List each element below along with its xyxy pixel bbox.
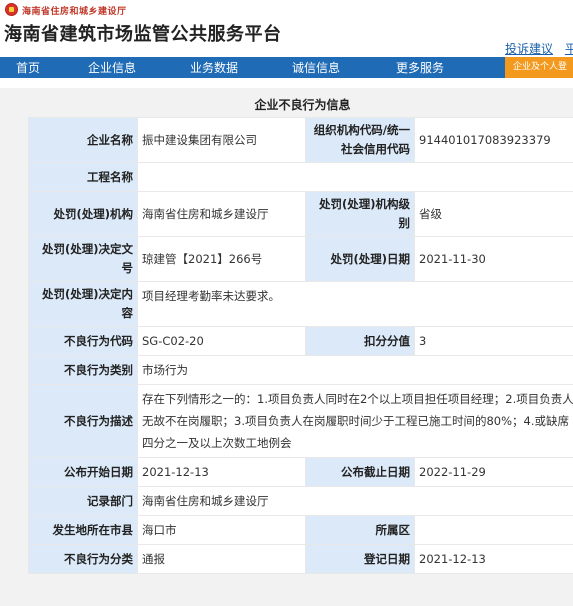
decision-content-label: 处罚(处理)决定内容 bbox=[28, 281, 138, 327]
complaint-link[interactable]: 投诉建议 bbox=[505, 42, 553, 56]
register-date-value: 2021-12-13 bbox=[414, 544, 573, 574]
table-row: 不良行为分类 通报 登记日期 2021-12-13 bbox=[28, 544, 573, 574]
decision-no-label: 处罚(处理)决定文号 bbox=[28, 236, 138, 282]
department-name: 海南省住房和城乡建设厅 bbox=[22, 7, 127, 17]
table-row: 工程名称 bbox=[28, 162, 573, 192]
description-value: 存在下列情形之一的：1.项目负责人同时在2个以上项目担任项目经理；2.项目负责人… bbox=[137, 384, 573, 458]
decision-date-label: 处罚(处理)日期 bbox=[305, 236, 415, 282]
table-row: 不良行为描述 存在下列情形之一的：1.项目负责人同时在2个以上项目担任项目经理；… bbox=[28, 384, 573, 458]
score-label: 扣分分值 bbox=[305, 326, 415, 356]
national-emblem-icon bbox=[5, 3, 18, 16]
top-bar: 海南省住房和城乡建设厅 bbox=[0, 0, 573, 22]
header-links: 投诉建议 平 bbox=[505, 40, 573, 57]
table-row: 记录部门 海南省住房和城乡建设厅 bbox=[28, 486, 573, 516]
table-row: 不良行为类别 市场行为 bbox=[28, 355, 573, 385]
recorder-value: 海南省住房和城乡建设厅 bbox=[137, 486, 573, 516]
city-label: 发生地所在市县 bbox=[28, 515, 138, 545]
authority-level-value: 省级 bbox=[414, 191, 573, 237]
nav-home[interactable]: 首页 bbox=[16, 59, 40, 76]
district-label: 所属区 bbox=[305, 515, 415, 545]
project-value bbox=[137, 162, 573, 192]
description-label: 不良行为描述 bbox=[28, 384, 138, 458]
decision-date-value: 2021-11-30 bbox=[414, 236, 573, 282]
table-row: 企业名称 振中建设集团有限公司 组织机构代码/统一社会信用代码 91440101… bbox=[28, 117, 573, 163]
classification-value: 通报 bbox=[137, 544, 306, 574]
authority-value: 海南省住房和城乡建设厅 bbox=[137, 191, 306, 237]
record-table: 企业名称 振中建设集团有限公司 组织机构代码/统一社会信用代码 91440101… bbox=[28, 117, 573, 574]
table-row: 处罚(处理)决定内容 项目经理考勤率未达要求。 bbox=[28, 281, 573, 327]
nav-credit-info[interactable]: 诚信信息 bbox=[292, 59, 340, 76]
platform-link[interactable]: 平 bbox=[565, 42, 573, 56]
table-row: 发生地所在市县 海口市 所属区 bbox=[28, 515, 573, 545]
site-title: 海南省建筑市场监管公共服务平台 bbox=[4, 24, 282, 45]
district-value bbox=[414, 515, 573, 545]
code-value: SG-C02-20 bbox=[137, 326, 306, 356]
org-code-value: 914401017083923379 bbox=[414, 117, 573, 163]
table-row: 处罚(处理)机构 海南省住房和城乡建设厅 处罚(处理)机构级别 省级 bbox=[28, 191, 573, 237]
nav-more-services[interactable]: 更多服务 bbox=[396, 59, 444, 76]
nav-company-info[interactable]: 企业信息 bbox=[88, 59, 136, 76]
recorder-label: 记录部门 bbox=[28, 486, 138, 516]
code-label: 不良行为代码 bbox=[28, 326, 138, 356]
table-row: 处罚(处理)决定文号 琼建管【2021】266号 处罚(处理)日期 2021-1… bbox=[28, 236, 573, 282]
login-button[interactable]: 企业及个人登 bbox=[505, 57, 573, 78]
authority-label: 处罚(处理)机构 bbox=[28, 191, 138, 237]
authority-level-label: 处罚(处理)机构级别 bbox=[305, 191, 415, 237]
company-name-label: 企业名称 bbox=[28, 117, 138, 163]
register-date-label: 登记日期 bbox=[305, 544, 415, 574]
decision-no-value: 琼建管【2021】266号 bbox=[137, 236, 306, 282]
publish-end-label: 公布截止日期 bbox=[305, 457, 415, 487]
nav-business-data[interactable]: 业务数据 bbox=[190, 59, 238, 76]
classification-label: 不良行为分类 bbox=[28, 544, 138, 574]
record-title: 企业不良行为信息 bbox=[254, 98, 351, 112]
decision-content-value: 项目经理考勤率未达要求。 bbox=[137, 281, 573, 327]
table-row: 公布开始日期 2021-12-13 公布截止日期 2022-11-29 bbox=[28, 457, 573, 487]
publish-start-value: 2021-12-13 bbox=[137, 457, 306, 487]
city-value: 海口市 bbox=[137, 515, 306, 545]
table-row: 不良行为代码 SG-C02-20 扣分分值 3 bbox=[28, 326, 573, 356]
publish-start-label: 公布开始日期 bbox=[28, 457, 138, 487]
score-value: 3 bbox=[414, 326, 573, 356]
company-name-value: 振中建设集团有限公司 bbox=[137, 117, 306, 163]
main-nav: 首页 企业信息 业务数据 诚信信息 更多服务 bbox=[0, 57, 573, 78]
project-label: 工程名称 bbox=[28, 162, 138, 192]
org-code-label: 组织机构代码/统一社会信用代码 bbox=[305, 117, 415, 163]
category-value: 市场行为 bbox=[137, 355, 573, 385]
publish-end-value: 2022-11-29 bbox=[414, 457, 573, 487]
category-label: 不良行为类别 bbox=[28, 355, 138, 385]
